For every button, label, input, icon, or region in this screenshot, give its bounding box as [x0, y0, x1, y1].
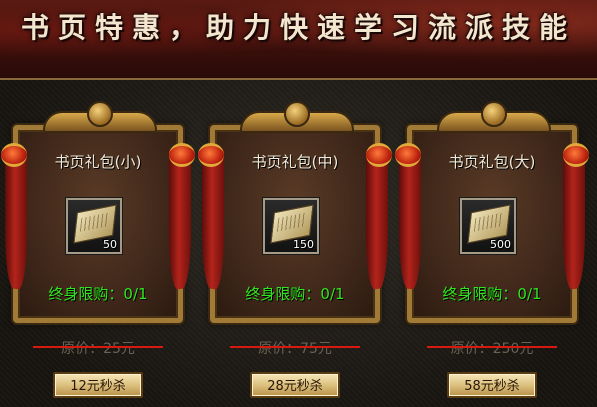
original-price: 原价：250元	[450, 341, 534, 357]
buy-button-small[interactable]: 12元秒杀	[53, 372, 143, 398]
buy-button-large[interactable]: 58元秒杀	[447, 372, 537, 398]
price-strikethrough	[427, 346, 557, 348]
purchase-limit: 终身限购：0/1	[48, 285, 148, 303]
gift-pack-card-large: 书页礼包(大) 500 终身限购：0/1 原价：250元 58元秒杀	[395, 101, 589, 407]
buy-button-medium[interactable]: 28元秒杀	[250, 372, 340, 398]
price-strikethrough	[230, 346, 360, 348]
item-count: 50	[103, 238, 117, 251]
gift-pack-card-medium: 书页礼包(中) 150 终身限购：0/1 原价：75元 28元秒杀	[198, 101, 392, 407]
crest-gem-icon	[284, 101, 310, 127]
item-count: 150	[293, 238, 314, 251]
original-price: 原价：25元	[61, 341, 135, 357]
purchase-limit: 终身限购：0/1	[245, 285, 345, 303]
item-slot[interactable]: 500	[460, 198, 516, 254]
crest-gem-icon	[87, 101, 113, 127]
price-strikethrough	[33, 346, 163, 348]
item-count: 500	[490, 238, 511, 251]
banner-title: 书页特惠，助力快速学习流派技能	[20, 11, 576, 44]
card-title: 书页礼包(大)	[448, 153, 536, 171]
card-title: 书页礼包(小)	[54, 153, 142, 171]
item-slot[interactable]: 150	[263, 198, 319, 254]
item-slot[interactable]: 50	[66, 198, 122, 254]
purchase-limit: 终身限购：0/1	[442, 285, 542, 303]
top-banner: 书页特惠，助力快速学习流派技能	[0, 0, 597, 80]
crest-gem-icon	[481, 101, 507, 127]
card-title: 书页礼包(中)	[251, 153, 339, 171]
gift-pack-card-small: 书页礼包(小) 50 终身限购：0/1 原价：25元 12元秒杀	[1, 101, 195, 407]
original-price: 原价：75元	[258, 341, 332, 357]
